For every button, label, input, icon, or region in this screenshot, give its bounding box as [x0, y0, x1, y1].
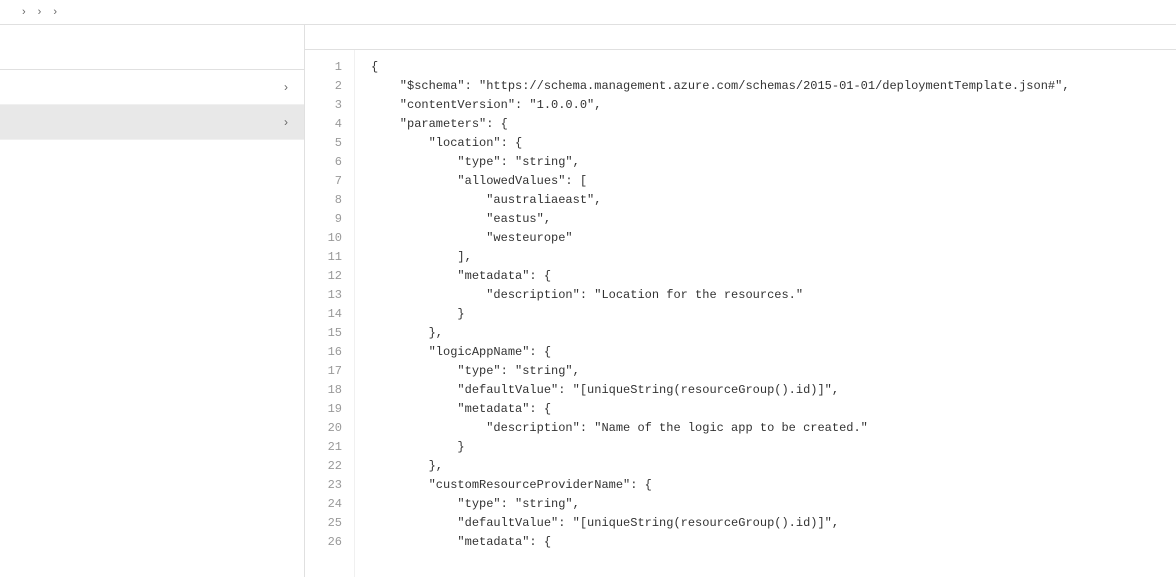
breadcrumb: › › › — [0, 0, 1176, 25]
line-numbers: 1234567891011121314151617181920212223242… — [305, 50, 355, 577]
code-line-6: "type": "string", — [371, 153, 1160, 172]
breadcrumb-sep-1: › — [22, 6, 26, 18]
left-panel: › › — [0, 25, 305, 577]
code-line-19: "metadata": { — [371, 400, 1160, 419]
right-panel-title — [305, 25, 1176, 50]
code-line-9: "eastus", — [371, 210, 1160, 229]
code-line-1: { — [371, 58, 1160, 77]
code-line-20: "description": "Name of the logic app to… — [371, 419, 1160, 438]
code-line-11: ], — [371, 248, 1160, 267]
nav-general-chevron-icon: › — [284, 80, 288, 94]
code-line-21: } — [371, 438, 1160, 457]
nav-item-arm-template[interactable]: › — [0, 105, 304, 140]
code-line-16: "logicAppName": { — [371, 343, 1160, 362]
code-line-8: "australiaeast", — [371, 191, 1160, 210]
right-panel: 1234567891011121314151617181920212223242… — [305, 25, 1176, 577]
main-layout: › › 123456789101112131415161718192021222… — [0, 25, 1176, 577]
code-line-17: "type": "string", — [371, 362, 1160, 381]
code-line-14: } — [371, 305, 1160, 324]
nav-section: › › — [0, 70, 304, 140]
nav-item-general[interactable]: › — [0, 70, 304, 105]
code-line-22: }, — [371, 457, 1160, 476]
code-line-10: "westeurope" — [371, 229, 1160, 248]
code-content: { "$schema": "https://schema.management.… — [355, 50, 1176, 577]
left-panel-header — [0, 25, 304, 70]
close-button[interactable] — [268, 39, 288, 59]
code-line-3: "contentVersion": "1.0.0.0", — [371, 96, 1160, 115]
breadcrumb-sep-2: › — [38, 6, 42, 18]
code-line-23: "customResourceProviderName": { — [371, 476, 1160, 495]
code-line-25: "defaultValue": "[uniqueString(resourceG… — [371, 514, 1160, 533]
nav-arm-chevron-icon: › — [284, 115, 288, 129]
code-line-4: "parameters": { — [371, 115, 1160, 134]
code-line-15: }, — [371, 324, 1160, 343]
code-line-13: "description": "Location for the resourc… — [371, 286, 1160, 305]
code-area[interactable]: 1234567891011121314151617181920212223242… — [305, 50, 1176, 577]
code-line-5: "location": { — [371, 134, 1160, 153]
code-line-7: "allowedValues": [ — [371, 172, 1160, 191]
code-line-24: "type": "string", — [371, 495, 1160, 514]
code-line-2: "$schema": "https://schema.management.az… — [371, 77, 1160, 96]
breadcrumb-sep-3: › — [53, 6, 57, 18]
code-line-12: "metadata": { — [371, 267, 1160, 286]
code-line-18: "defaultValue": "[uniqueString(resourceG… — [371, 381, 1160, 400]
code-line-26: "metadata": { — [371, 533, 1160, 552]
